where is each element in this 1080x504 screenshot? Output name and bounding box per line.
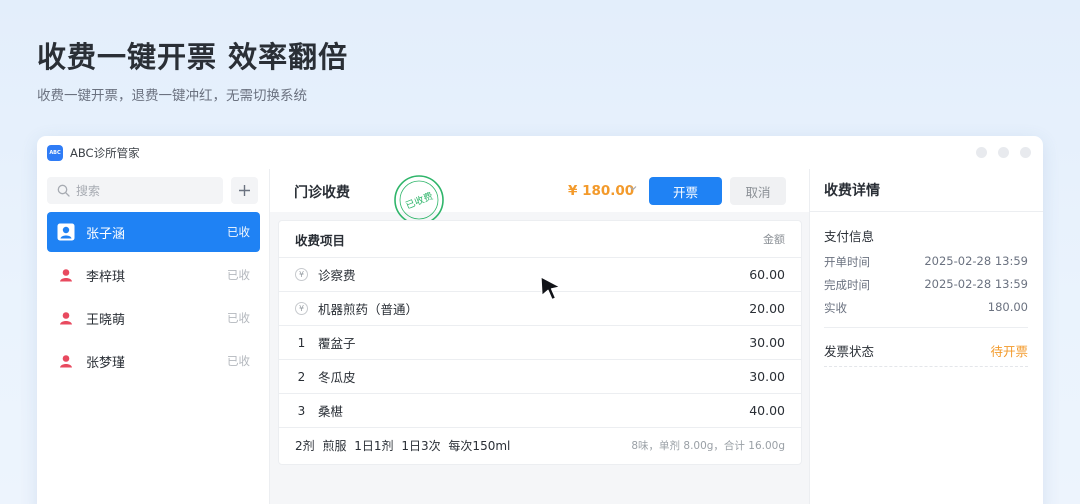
patient-status: 已收 <box>227 354 250 368</box>
invoice-status-row: 发票状态 待开票 <box>824 341 1028 360</box>
complete-time-value: 2025-02-28 13:59 <box>924 277 1028 291</box>
order-time-label: 开单时间 <box>824 255 870 269</box>
table-row[interactable]: 3 桑椹 40.00 <box>279 394 801 428</box>
user-icon <box>57 223 75 241</box>
maximize-button[interactable] <box>998 147 1009 158</box>
charge-details-panel: 收费详情 支付信息 开单时间 2025-02-28 13:59 完成时间 202… <box>810 169 1043 504</box>
item-amount: 20.00 <box>749 301 785 316</box>
prescription-usage: 2剂 煎服 1日1剂 1日3次 每次150ml <box>295 438 511 453</box>
paid-row: 实收 180.00 <box>824 300 1028 316</box>
user-icon <box>60 355 72 368</box>
charge-items-card: 收费项目 金额 ¥ 诊察费 60.00 ¥ 机器煎药（普通） 20.00 1 覆… <box>278 220 802 465</box>
patient-name: 王晓萌 <box>86 312 126 328</box>
invoice-status-label: 发票状态 <box>824 344 875 359</box>
details-title: 收费详情 <box>810 169 1043 212</box>
patient-name: 张梦瑾 <box>86 355 126 371</box>
table-header-title: 收费项目 <box>295 232 346 248</box>
window-controls <box>976 147 1031 158</box>
page-title: 门诊收费 <box>294 185 350 201</box>
search-icon <box>57 184 70 197</box>
hero-subtitle: 收费一键开票，退费一键冲红，无需切换系统 <box>37 88 307 104</box>
table-header: 收费项目 金额 <box>279 221 801 258</box>
item-name: 桑椹 <box>318 404 344 419</box>
mouse-cursor-icon <box>540 276 561 301</box>
patient-status: 已收 <box>227 225 250 239</box>
complete-time-label: 完成时间 <box>824 278 870 292</box>
cancel-button[interactable]: 取消 <box>730 177 786 205</box>
paid-label: 实收 <box>824 301 847 315</box>
app-logo-icon: ABC <box>47 144 63 161</box>
total-amount[interactable]: ¥ 180.00 <box>568 183 634 199</box>
item-name: 冬瓜皮 <box>318 370 356 385</box>
window-titlebar: ABC ABC诊所管家 <box>37 136 1043 169</box>
item-amount: 30.00 <box>749 369 785 384</box>
minimize-button[interactable] <box>976 147 987 158</box>
patient-sidebar: 搜索 张子涵 已收 李梓琪 已收 王晓萌 已收 张梦瑾 已收 <box>37 169 270 504</box>
paid-stamp-icon: 已收费 <box>394 175 444 225</box>
item-name: 覆盆子 <box>318 336 356 351</box>
item-name: 机器煎药（普通） <box>318 302 419 317</box>
invoice-status-value[interactable]: 待开票 <box>990 341 1028 360</box>
payment-section-title: 支付信息 <box>824 229 875 244</box>
prescription-summary: 8味，单剂 8.00g，合计 16.00g <box>631 439 785 452</box>
yen-icon: ¥ <box>295 302 308 315</box>
order-time-value: 2025-02-28 13:59 <box>924 254 1028 268</box>
plus-icon <box>239 185 250 196</box>
patient-name: 张子涵 <box>86 226 126 242</box>
patient-item[interactable]: 张梦瑾 已收 <box>47 341 260 381</box>
item-index: 1 <box>297 335 306 350</box>
table-header-amount: 金额 <box>763 233 785 246</box>
patient-name: 李梓琪 <box>86 269 126 285</box>
stamp-text: 已收费 <box>404 190 435 212</box>
search-placeholder: 搜索 <box>76 184 101 198</box>
complete-time-row: 完成时间 2025-02-28 13:59 <box>824 277 1028 293</box>
chevron-down-icon[interactable] <box>628 183 638 193</box>
charge-header: 门诊收费 已收费 ¥ 180.00 开票 取消 <box>270 169 809 225</box>
item-name: 诊察费 <box>318 268 356 283</box>
item-index: 3 <box>297 403 306 418</box>
invoice-button[interactable]: 开票 <box>649 177 722 205</box>
table-row[interactable]: 1 覆盆子 30.00 <box>279 326 801 360</box>
item-index: 2 <box>297 369 306 384</box>
item-amount: 30.00 <box>749 335 785 350</box>
yen-icon: ¥ <box>295 268 308 281</box>
app-title: ABC诊所管家 <box>70 145 140 160</box>
patient-item[interactable]: 李梓琪 已收 <box>47 255 260 295</box>
paid-value: 180.00 <box>987 300 1028 314</box>
item-amount: 60.00 <box>749 267 785 282</box>
hero-title: 收费一键开票 效率翻倍 <box>37 40 349 74</box>
patient-item[interactable]: 王晓萌 已收 <box>47 298 260 338</box>
app-window: ABC ABC诊所管家 搜索 张子涵 已收 李梓琪 已收 王晓萌 已收 张梦瑾 … <box>37 136 1043 504</box>
user-icon <box>60 269 72 282</box>
prescription-row: 2剂 煎服 1日1剂 1日3次 每次150ml 8味，单剂 8.00g，合计 1… <box>279 428 801 462</box>
search-input[interactable]: 搜索 <box>47 177 223 204</box>
patient-status: 已收 <box>227 311 250 325</box>
add-patient-button[interactable] <box>231 177 258 204</box>
close-button[interactable] <box>1020 147 1031 158</box>
user-icon <box>60 312 72 325</box>
patient-item[interactable]: 张子涵 已收 <box>47 212 260 252</box>
patient-status: 已收 <box>227 268 250 282</box>
divider <box>824 366 1028 367</box>
divider <box>824 327 1028 328</box>
charge-panel: 门诊收费 已收费 ¥ 180.00 开票 取消 收费项目 金额 ¥ 诊察费 60… <box>270 169 810 504</box>
table-row[interactable]: 2 冬瓜皮 30.00 <box>279 360 801 394</box>
item-amount: 40.00 <box>749 403 785 418</box>
order-time-row: 开单时间 2025-02-28 13:59 <box>824 254 1028 270</box>
